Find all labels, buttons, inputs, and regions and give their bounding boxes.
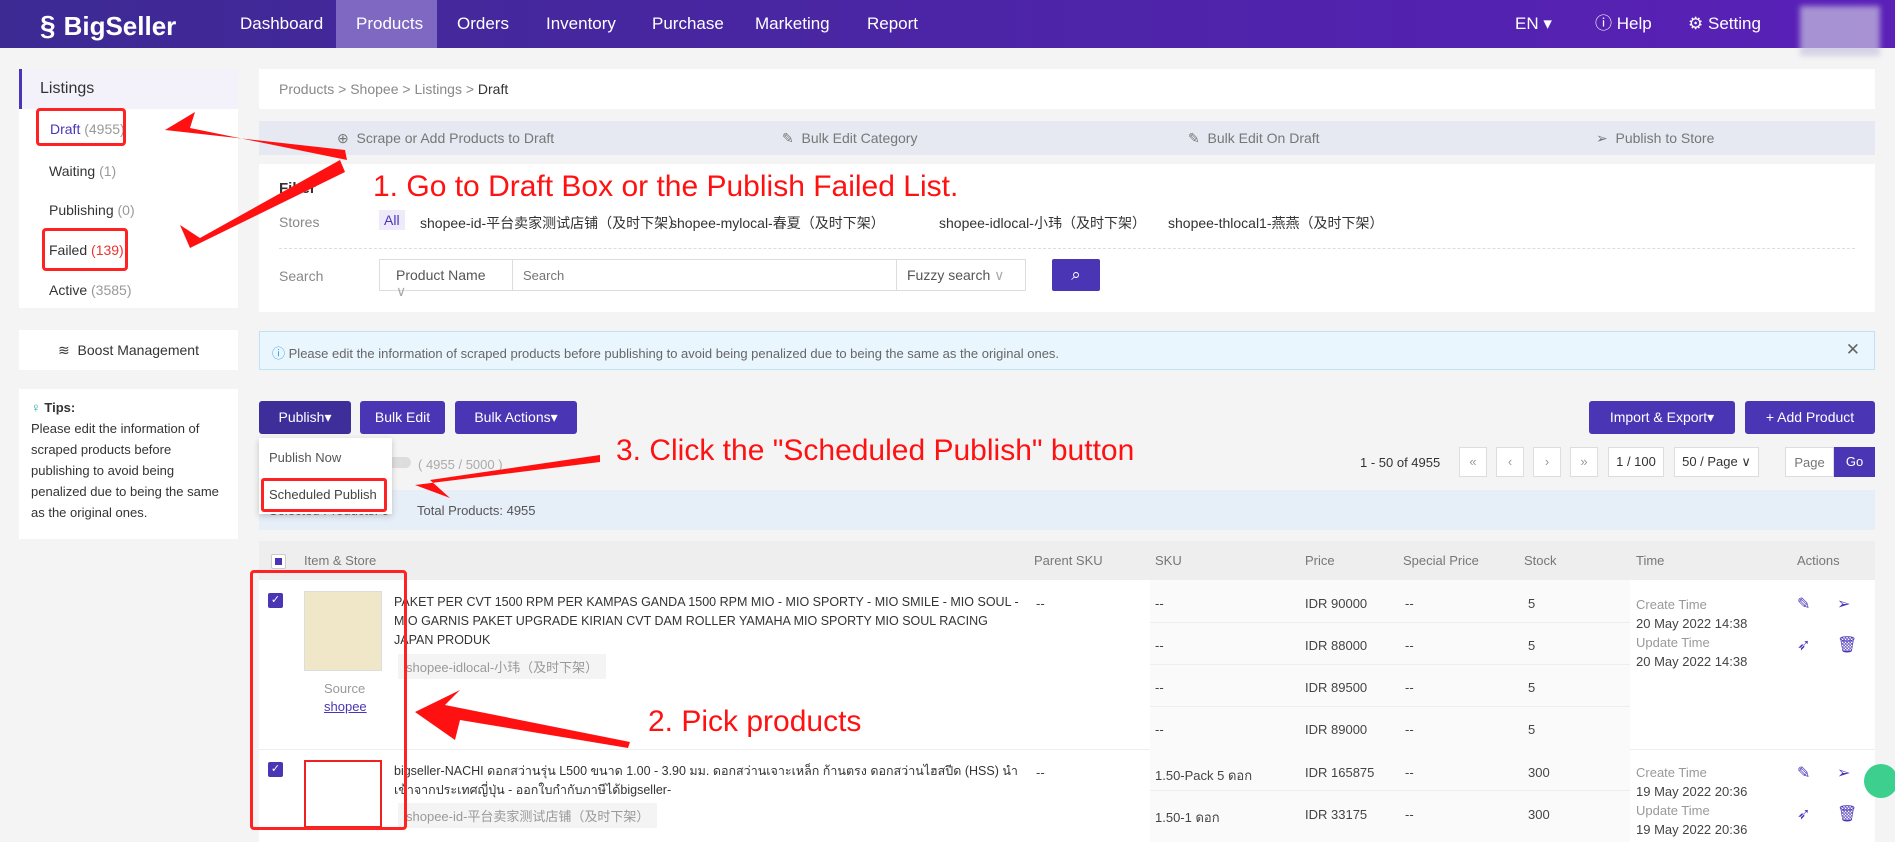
arrow-to-products (415, 690, 630, 748)
annotation-step1: 1. Go to Draft Box or the Publish Failed… (373, 170, 959, 203)
arrow-to-scheduled (415, 455, 600, 498)
arrow-to-failed (180, 160, 345, 248)
annotation-step3: 3. Click the "Scheduled Publish" button (616, 434, 1135, 467)
annotation-step2: 2. Pick products (648, 705, 862, 738)
annotation-arrows (165, 112, 630, 748)
arrow-to-draft (165, 112, 347, 160)
